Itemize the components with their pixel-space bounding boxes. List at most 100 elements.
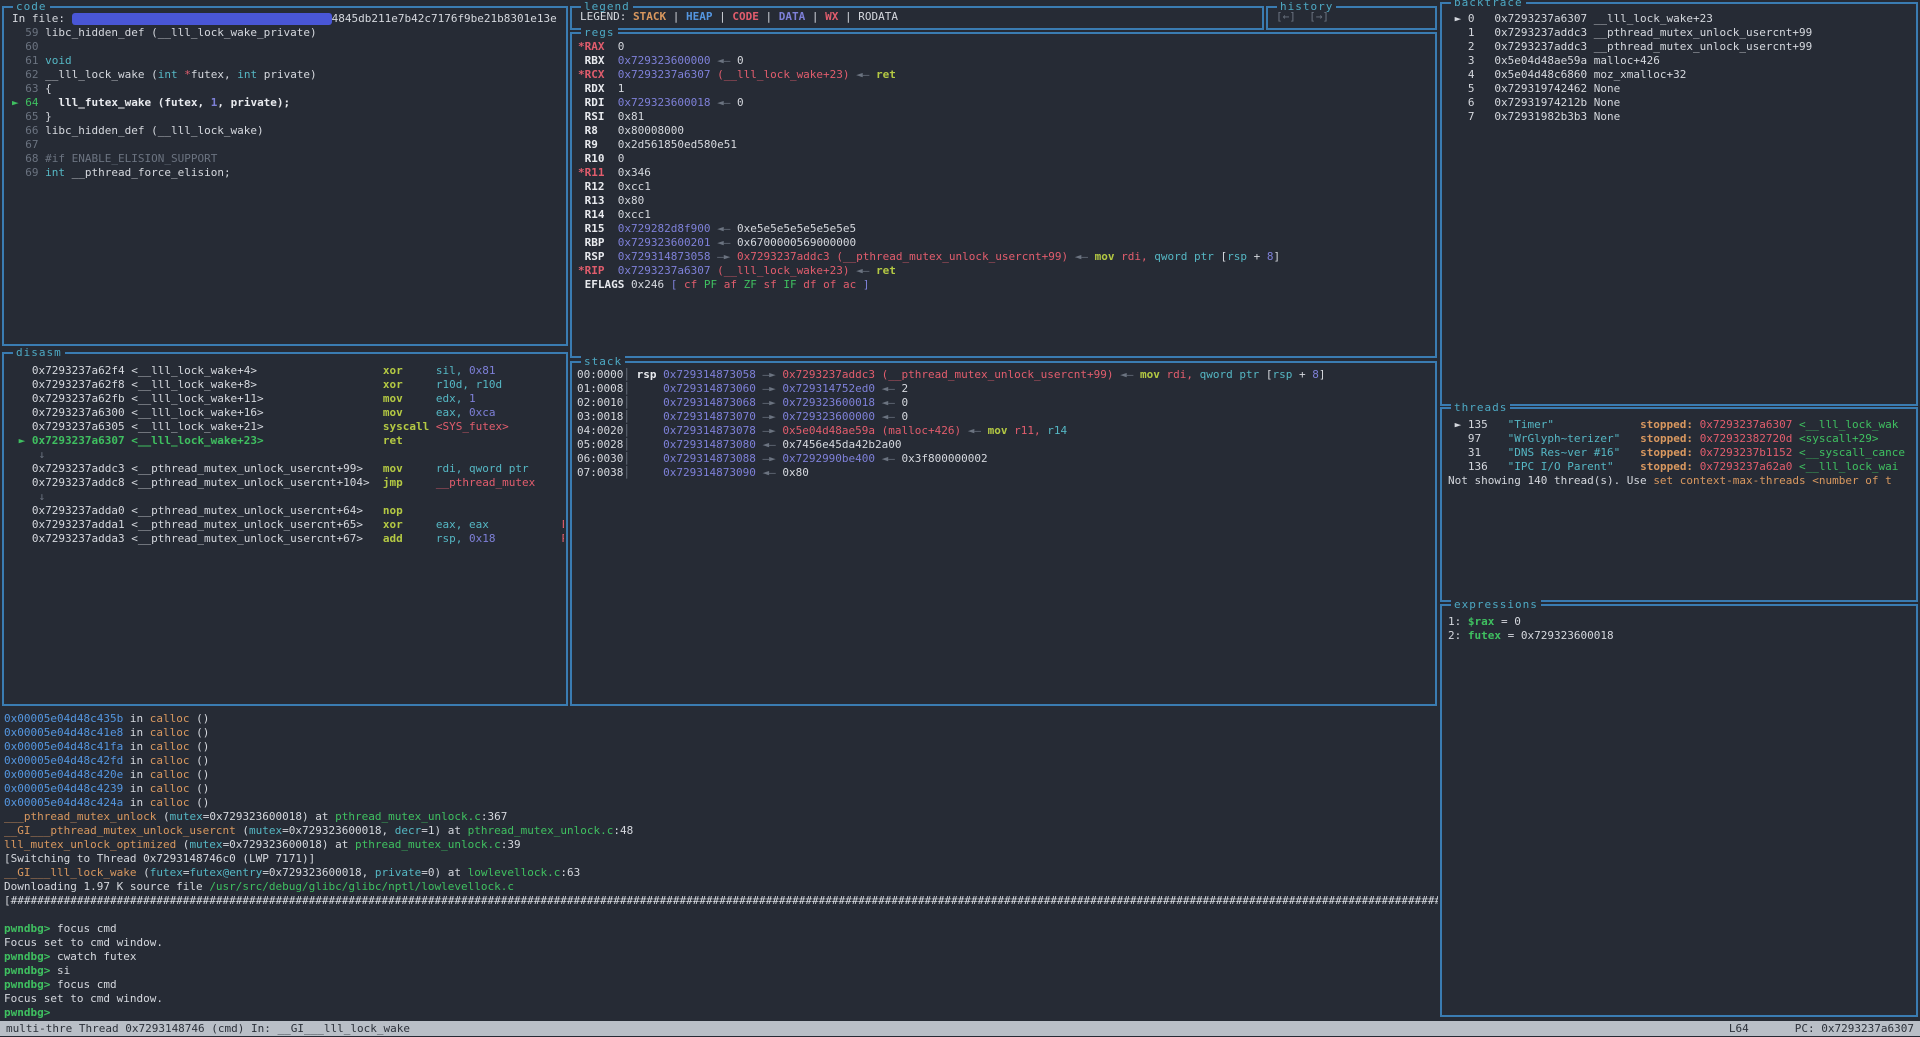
text-segment: 0x5e04d48ae59a [782,424,875,437]
text-segment: <__lll_lock_wai [1799,460,1898,473]
text-segment: in [123,740,150,753]
text-segment: in [123,782,150,795]
text-segment: r11, [1014,424,1041,437]
terminal-line: 05:0028│ 0x729314873080 ◄— 0x7456e45da42… [577,438,1433,452]
terminal-line: ↓ [12,448,564,462]
text-segment: eax, [436,406,469,419]
terminal-line: ► 135 "Timer" stopped: 0x7293237a6307 <_… [1448,418,1914,432]
text-segment: —► [756,410,783,423]
text-segment: 0x7293237addc3 [737,250,830,263]
history-nav-arrows[interactable]: [←] [→] [1276,10,1433,24]
text-segment: stopped: [1640,418,1693,431]
text-segment: ► 64 [12,96,45,109]
terminal-line: pwndbg> cwatch futex [4,950,1438,964]
text-segment: 2 [902,382,909,395]
terminal-line: ___pthread_mutex_unlock (mutex=0x7293236… [4,810,1438,824]
pwndbg-terminal: code In file: 4845db211e7b42c7176f9be21b… [0,0,1920,1037]
text-segment: 61 [12,54,45,67]
terminal-line: 6 0x72931974212b None [1448,96,1914,110]
terminal-line: 4 0x5e04d48c6860 moz_xmalloc+32 [1448,68,1914,82]
terminal-line: 01:0008│ 0x729314873060 —► 0x729314752ed… [577,382,1433,396]
text-segment [630,410,663,423]
text-segment: ► 135 [1448,418,1508,431]
text-segment: rdi, qword ptr [436,462,529,475]
disasm-content: 0x7293237a62f4 <__lll_lock_wake+4> xor s… [12,364,564,546]
text-segment: rdi, [1121,250,1148,263]
text-segment: ] [1319,368,1326,381]
text-segment: 65 [12,110,45,123]
terminal-line: 31 "DNS Res~ver #16" stopped: 0x7293237b… [1448,446,1914,460]
text-segment [578,82,585,95]
text-segment: [#######################################… [4,894,1438,907]
text-segment [578,236,585,249]
text-segment: lll_mutex_unlock_optimized [4,838,176,851]
text-segment: pthread_mutex_unlock.c [355,838,501,851]
text-segment: ( [136,866,149,879]
terminal-line: 0x7293237addc8 <__pthread_mutex_unlock_u… [12,476,564,490]
text-segment: 0x7293237a62fb <__lll_lock_wake+11> [12,392,383,405]
text-segment: 0x729314752ed0 [782,382,875,395]
terminal-line: [Switching to Thread 0x7293148746c0 (LWP… [4,852,1438,866]
text-segment: RDX [585,82,605,95]
terminal-line: ↓ [12,490,564,504]
terminal-line: Not showing 140 thread(s). Use set conte… [1448,474,1914,488]
text-segment: mutex [189,838,222,851]
text-segment: 0x729314873058 [663,368,756,381]
terminal-line: R12 0xcc1 [578,180,1433,194]
text-segment: RBX [585,54,605,67]
terminal-line: 02:0010│ 0x729314873068 —► 0x72932360001… [577,396,1433,410]
text-segment: │ [623,368,630,381]
text-segment: ◄— [710,222,737,235]
text-segment: #if ENABLE_ELISION_SUPPORT [45,152,217,165]
text-segment: 04:0020 [577,424,623,437]
text-segment: =0x729323600018) at [223,838,355,851]
text-segment: stopped: [1640,460,1693,473]
text-segment: 0x246 [631,278,664,291]
text-segment: PF [704,278,724,291]
text-segment: Focus set to cmd window. [4,992,163,1005]
text-segment: 0x7293237b1152 [1700,446,1793,459]
terminal-line: 0x7293237adda3 <__pthread_mutex_unlock_u… [12,532,564,546]
text-segment: <SYS_futex> [436,420,509,433]
text-segment: rsp, [436,532,469,545]
text-segment: =0x729323600018, [282,824,395,837]
threads-panel: threads ► 135 "Timer" stopped: 0x7293237… [1440,407,1918,602]
text-segment: R [562,532,564,545]
text-segment: pwndbg> [4,950,57,963]
panel-title-backtrace: backtrace [1451,0,1526,10]
terminal-line: 2: futex = 0x729323600018 [1448,629,1914,643]
text-segment: futex@entry [189,866,262,879]
terminal-line: 0x7293237a62f8 <__lll_lock_wake+8> xor r… [12,378,564,392]
text-segment: void [45,54,72,67]
text-segment: 0x729314873090 [663,466,756,479]
text-segment: in [123,796,150,809]
text-segment: ◄— [875,410,902,423]
panel-title-threads: threads [1451,401,1510,415]
text-segment: in [123,754,150,767]
text-segment: int [237,68,257,81]
text-segment: qword ptr [1154,250,1220,263]
terminal-line: 0x00005e04d48c4239 in calloc () [4,782,1438,796]
text-segment: in [123,768,150,781]
text-segment: () [189,712,209,725]
text-segment: 0x729314873088 [663,452,756,465]
text-segment: 0 [902,410,909,423]
text-segment: ZF [744,278,764,291]
text-segment: nop [383,504,403,517]
gdb-command-output[interactable]: 0x00005e04d48c435b in calloc ()0x00005e0… [4,712,1438,1021]
text-segment: /usr/src/debug/glibc/glibc/nptl/lowlevel… [209,880,514,893]
text-segment: 0x81 [605,110,645,123]
text-segment: 0x7293237a6300 <__lll_lock_wake+16> [12,406,383,419]
text-segment: 0x729314873068 [663,396,756,409]
text-segment: 6 0x72931974212b None [1448,96,1620,109]
terminal-line: RDX 1 [578,82,1433,96]
terminal-line: pwndbg> si [4,964,1438,978]
terminal-line: 1 0x7293237addc3 __pthread_mutex_unlock_… [1448,26,1914,40]
text-segment: 0 [605,40,625,53]
text-segment: =0) at [421,866,467,879]
status-pc-value: PC: 0x7293237a6307 [1795,1022,1914,1035]
text-segment: 0x7293237a6307 <__lll_lock_wake+23> [32,434,264,447]
text-segment: 0x7293237addc8 <__pthread_mutex_unlock_u… [12,476,383,489]
text-segment: lll_futex_wake (futex, [58,96,210,109]
text-segment: =0x729323600018, [262,866,375,879]
